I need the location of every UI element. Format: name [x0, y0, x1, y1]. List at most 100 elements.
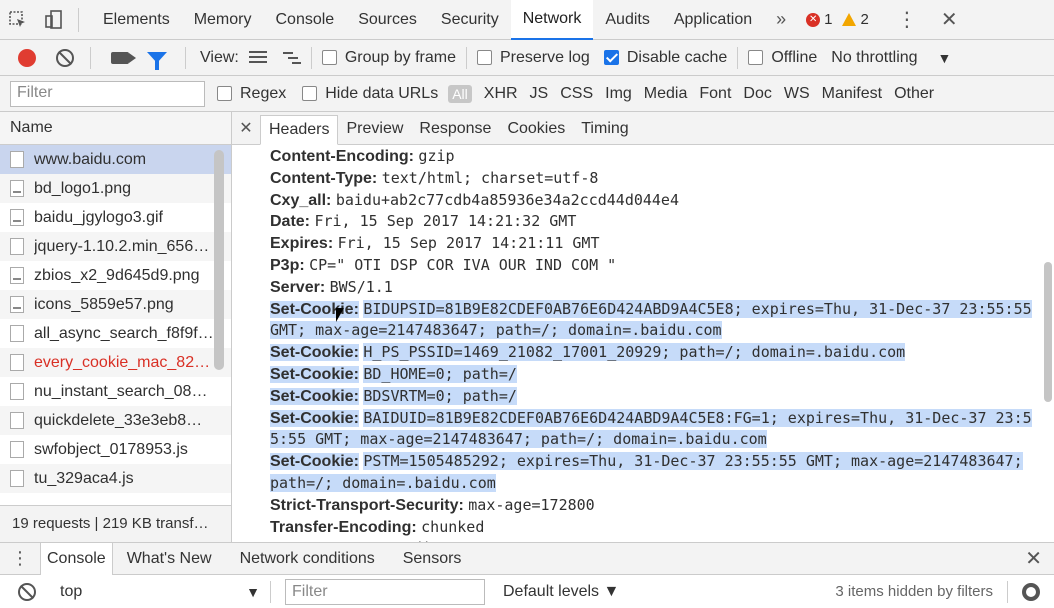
request-row[interactable]: all_async_search_f8f9f.…: [0, 319, 231, 348]
capture-screenshots-icon[interactable]: [111, 51, 136, 64]
filter-toggle-icon[interactable]: [147, 52, 167, 70]
drawer-menu-icon[interactable]: ⋮: [0, 548, 40, 569]
header-value: baidu+ab2c77cdb4a85936e34a2ccd44d044e4: [335, 190, 679, 209]
request-row[interactable]: jquery-1.10.2.min_656…: [0, 232, 231, 261]
group-by-frame-toggle[interactable]: Group by frame: [321, 49, 456, 67]
tab-network[interactable]: Network: [510, 0, 594, 40]
name-column-header[interactable]: Name: [0, 112, 231, 145]
throttling-select[interactable]: No throttling ▼: [831, 49, 951, 67]
header-row: Set-Cookie: PSTM=1505485292; expires=Thu…: [270, 451, 1034, 495]
filter-type-other[interactable]: Other: [888, 85, 940, 103]
filter-type-all[interactable]: All: [448, 84, 472, 103]
kebab-menu-icon[interactable]: ⋮: [897, 7, 917, 32]
header-value: BD_HOME=0; path=/: [363, 364, 517, 383]
regex-toggle[interactable]: Regex: [217, 85, 286, 103]
detail-tab-headers[interactable]: Headers: [260, 115, 339, 145]
tab-application[interactable]: Application: [662, 0, 764, 40]
request-row[interactable]: baidu_jgylogo3.gif: [0, 203, 231, 232]
request-name: swfobject_0178953.js: [34, 440, 188, 458]
drawer-tab-what-s-new[interactable]: What's New: [121, 543, 218, 575]
filter-type-font[interactable]: Font: [693, 85, 737, 103]
filter-type-js[interactable]: JS: [524, 85, 555, 103]
context-select[interactable]: top ▼: [50, 583, 260, 601]
request-row[interactable]: bd_logo1.png: [0, 174, 231, 203]
clear-console-icon[interactable]: [18, 582, 36, 601]
checkbox-checked[interactable]: [603, 50, 619, 65]
header-row: Content-Type: text/html; charset=utf-8: [270, 168, 1034, 190]
file-icon: [10, 151, 24, 168]
request-row[interactable]: quickdelete_33e3eb8…: [0, 406, 231, 435]
issue-counts[interactable]: ✕ 1 2: [806, 11, 869, 28]
filter-type-manifest[interactable]: Manifest: [816, 85, 888, 103]
detail-tab-preview[interactable]: Preview: [338, 114, 411, 144]
request-row[interactable]: www.baidu.com: [0, 145, 231, 174]
close-drawer-icon[interactable]: ✕: [1025, 546, 1042, 571]
detail-tab-response[interactable]: Response: [411, 114, 499, 144]
request-row[interactable]: nu_instant_search_080…: [0, 377, 231, 406]
checkbox[interactable]: [302, 86, 318, 101]
drawer-tab-console[interactable]: Console: [40, 542, 113, 575]
checkbox[interactable]: [321, 50, 337, 65]
tab-elements[interactable]: Elements: [91, 0, 182, 40]
record-button[interactable]: [18, 48, 36, 67]
detail-tab-cookies[interactable]: Cookies: [499, 114, 573, 144]
divider: [185, 46, 186, 69]
filter-bar: Filter Regex Hide data URLs All XHR JS CSS I…: [0, 76, 1054, 112]
divider: [270, 580, 271, 603]
filter-type-img[interactable]: Img: [599, 85, 638, 103]
tab-memory[interactable]: Memory: [182, 0, 264, 40]
request-row[interactable]: tu_329aca4.js: [0, 464, 231, 493]
header-name: Set-Cookie:: [270, 453, 359, 471]
filter-type-ws[interactable]: WS: [778, 85, 816, 103]
divider: [1007, 580, 1008, 603]
overview-waterfall-icon[interactable]: [282, 50, 301, 65]
header-row: Strict-Transport-Security: max-age=17280…: [270, 495, 1034, 517]
gear-icon[interactable]: [1022, 582, 1040, 601]
drawer-tab-sensors[interactable]: Sensors: [397, 543, 468, 575]
divider: [90, 46, 91, 69]
filter-type-css[interactable]: CSS: [554, 85, 599, 103]
hide-data-urls-toggle[interactable]: Hide data URLs: [302, 85, 438, 103]
error-count: 1: [824, 11, 833, 28]
request-name: jquery-1.10.2.min_656…: [34, 237, 210, 255]
tab-security[interactable]: Security: [429, 0, 511, 40]
filter-type-xhr[interactable]: XHR: [478, 85, 524, 103]
drawer-tab-network-conditions[interactable]: Network conditions: [234, 543, 381, 575]
tab-audits[interactable]: Audits: [593, 0, 661, 40]
checkbox[interactable]: [477, 50, 492, 65]
header-name: Set-Cookie:: [270, 344, 359, 362]
filter-type-doc[interactable]: Doc: [737, 85, 777, 103]
checkbox[interactable]: [748, 50, 764, 65]
scrollbar[interactable]: [214, 150, 224, 370]
preserve-log-toggle[interactable]: Preserve log: [477, 49, 590, 67]
header-value: gzip: [418, 147, 455, 165]
tab-sources[interactable]: Sources: [346, 0, 429, 40]
header-row: Date: Fri, 15 Sep 2017 14:21:32 GMT: [270, 211, 1034, 233]
request-row[interactable]: swfobject_0178953.js: [0, 435, 231, 464]
checkbox[interactable]: [217, 86, 232, 101]
scrollbar[interactable]: [1044, 262, 1052, 402]
console-filter-input[interactable]: Filter: [285, 578, 485, 605]
file-icon: [10, 470, 24, 487]
request-name: all_async_search_f8f9f.…: [34, 324, 214, 342]
clear-button[interactable]: [56, 48, 74, 67]
tab-console[interactable]: Console: [263, 0, 346, 40]
close-devtools-icon[interactable]: ✕: [941, 7, 958, 32]
more-tabs-icon[interactable]: »: [764, 9, 798, 30]
request-row[interactable]: icons_5859e57.png: [0, 290, 231, 319]
offline-toggle[interactable]: Offline: [748, 49, 817, 67]
large-rows-icon[interactable]: [248, 50, 267, 65]
filter-input[interactable]: Filter: [10, 80, 205, 107]
inspect-element-icon[interactable]: [0, 0, 36, 40]
filter-type-media[interactable]: Media: [638, 85, 694, 103]
header-value: BIDUPSID=81B9E82CDEF0AB76E6D424ABD9A4C5E…: [270, 299, 1032, 340]
log-levels-select[interactable]: Default levels ▼: [503, 583, 619, 601]
request-row[interactable]: zbios_x2_9d645d9.png: [0, 261, 231, 290]
disable-cache-toggle[interactable]: Disable cache: [603, 49, 727, 67]
header-row: P3p: CP=" OTI DSP COR IVA OUR IND COM ": [270, 255, 1034, 277]
request-row[interactable]: every_cookie_mac_82…: [0, 348, 231, 377]
detail-tab-timing[interactable]: Timing: [573, 114, 636, 144]
close-details-icon[interactable]: ✕: [234, 112, 258, 144]
device-toolbar-icon[interactable]: [36, 0, 72, 40]
devtools-tab-bar: Elements Memory Console Sources Security Netw…: [0, 0, 1054, 40]
